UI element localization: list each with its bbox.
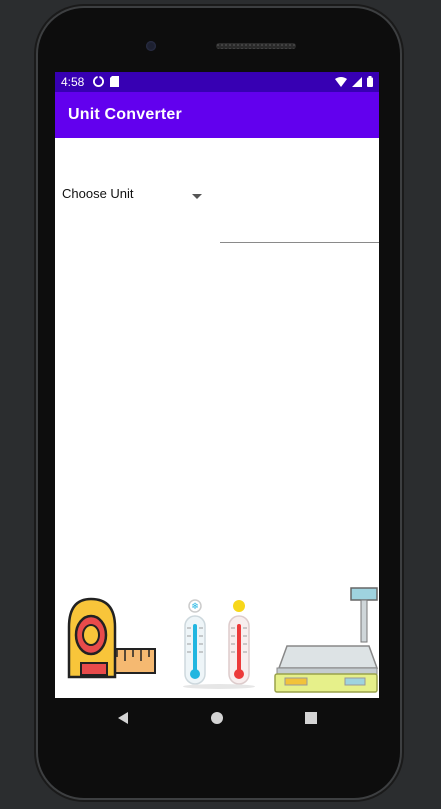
system-nav-bar <box>55 698 379 740</box>
recents-icon[interactable] <box>304 711 318 725</box>
weighing-scale-icon <box>274 587 379 693</box>
data-saver-icon <box>93 76 104 87</box>
status-time: 4:58 <box>61 75 85 89</box>
front-camera-icon <box>146 41 156 51</box>
battery-icon <box>367 76 373 87</box>
tape-measure-icon <box>67 597 156 679</box>
power-button[interactable] <box>400 205 404 255</box>
back-icon[interactable] <box>116 711 130 725</box>
app-bar: Unit Converter <box>55 92 379 138</box>
thermometer-shadow <box>183 684 255 689</box>
wifi-icon <box>335 76 347 87</box>
earpiece-speaker <box>216 43 296 49</box>
status-bar: 4:58 <box>55 72 379 92</box>
sd-card-icon <box>110 76 119 87</box>
thermometer-cold-icon: ❄ <box>184 599 206 685</box>
unit-spinner-label: Choose Unit <box>62 186 134 201</box>
unit-spinner[interactable]: Choose Unit <box>55 176 215 212</box>
signal-icon <box>352 76 362 87</box>
svg-text:❄: ❄ <box>191 602 199 612</box>
home-icon[interactable] <box>210 711 224 725</box>
page-title: Unit Converter <box>68 106 182 123</box>
volume-button[interactable] <box>400 310 404 410</box>
thermometer-hot-icon <box>228 600 250 685</box>
dropdown-arrow-icon <box>192 194 202 199</box>
value-input[interactable] <box>220 202 379 243</box>
app-screen: 4:58 Unit Converter Choose Unit ❄ <box>55 72 379 698</box>
